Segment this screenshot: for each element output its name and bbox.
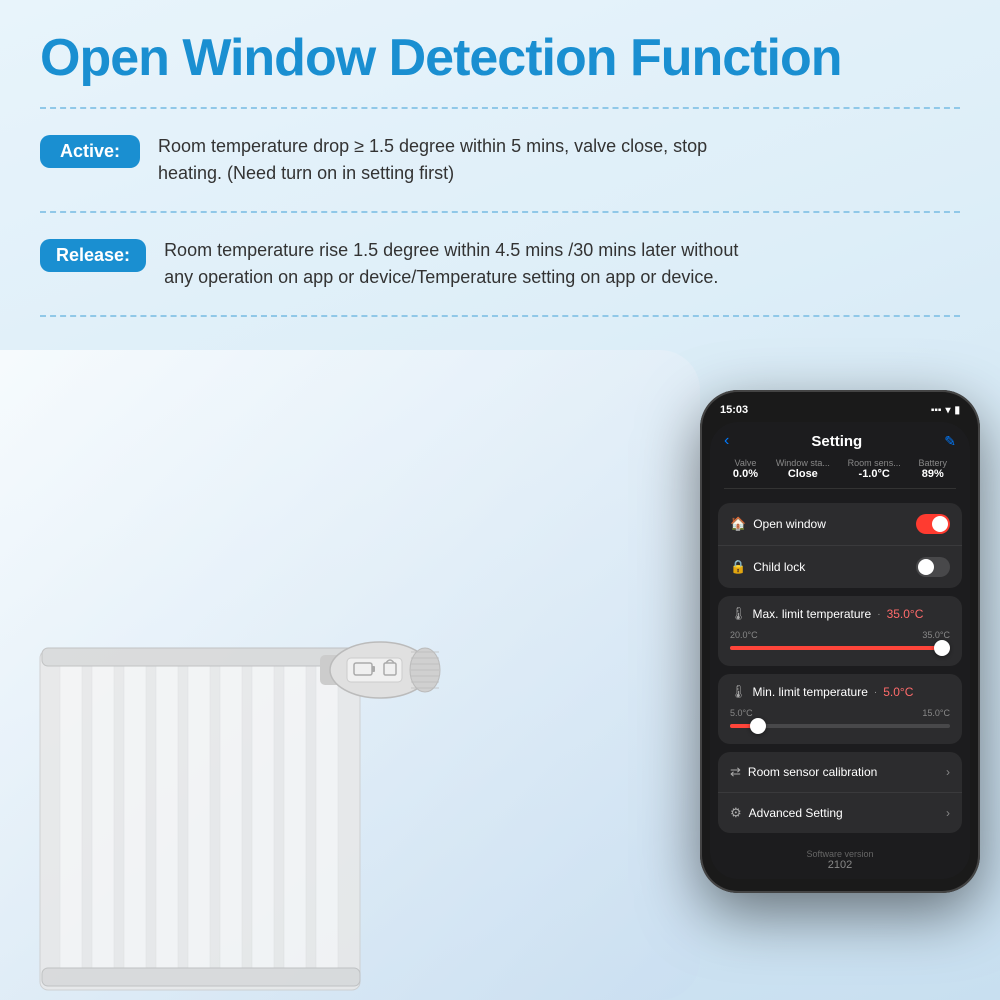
phone-status-icons: ▪▪▪ ▾ ▮ xyxy=(931,405,960,416)
room-sensor-value: -1.0°C xyxy=(848,468,901,480)
min-temp-max-label: 15.0°C xyxy=(922,708,950,718)
max-temp-thumb[interactable] xyxy=(934,640,950,656)
screen-title: Setting xyxy=(811,433,862,450)
child-lock-item[interactable]: 🔒 Child lock xyxy=(718,546,962,588)
min-temp-title: Min. limit temperature xyxy=(753,685,868,699)
active-text: Room temperature drop ≥ 1.5 degree withi… xyxy=(158,133,738,187)
min-temp-section: 🌡 Min. limit temperature · 5.0°C 5.0°C 1… xyxy=(718,674,962,744)
child-lock-icon: 🔒 xyxy=(730,559,746,575)
page-title: Open Window Detection Function xyxy=(40,30,960,87)
valve-status: Valve 0.0% xyxy=(733,458,758,480)
max-temp-header: 🌡 Max. limit temperature · 35.0°C xyxy=(730,606,950,622)
open-window-toggle[interactable] xyxy=(916,514,950,534)
advanced-setting-nav-left: ⚙ Advanced Setting xyxy=(730,805,843,821)
phone-time: 15:03 xyxy=(720,404,748,416)
window-label: Window sta... xyxy=(776,458,830,468)
min-temp-value: 5.0°C xyxy=(883,685,913,699)
valve-label: Valve xyxy=(733,458,758,468)
open-window-label: Open window xyxy=(753,517,826,531)
release-badge: Release: xyxy=(40,239,146,272)
valve-value: 0.0% xyxy=(733,468,758,480)
room-sensor-nav-item[interactable]: ⇄ Room sensor calibration › xyxy=(718,752,962,793)
signal-icon: ▪▪▪ xyxy=(931,405,942,416)
release-row: Release: Room temperature rise 1.5 degre… xyxy=(40,227,960,301)
battery-value: 89% xyxy=(919,468,948,480)
advanced-setting-chevron: › xyxy=(946,806,950,820)
window-status: Window sta... Close xyxy=(776,458,830,480)
room-sensor-nav-icon: ⇄ xyxy=(730,764,741,780)
toggles-section: 🏠 Open window 🔒 Child lock xyxy=(718,503,962,588)
phone-status-bar: 15:03 ▪▪▪ ▾ ▮ xyxy=(710,404,970,422)
phone-body: 15:03 ▪▪▪ ▾ ▮ ‹ Setting ✎ Valve 0.0% xyxy=(700,390,980,893)
room-sensor-nav-label: Room sensor calibration xyxy=(748,765,877,779)
release-text: Room temperature rise 1.5 degree within … xyxy=(164,237,744,291)
edit-button[interactable]: ✎ xyxy=(944,433,956,450)
open-window-icon: 🏠 xyxy=(730,516,746,532)
room-sensor-label: Room sens... xyxy=(848,458,901,468)
divider-top xyxy=(40,107,960,109)
back-button[interactable]: ‹ xyxy=(724,432,729,450)
advanced-setting-nav-item[interactable]: ⚙ Advanced Setting › xyxy=(718,793,962,833)
device-status-row: Valve 0.0% Window sta... Close Room sens… xyxy=(724,454,956,489)
child-lock-toggle[interactable] xyxy=(916,557,950,577)
advanced-setting-nav-label: Advanced Setting xyxy=(749,806,843,820)
max-temp-value: 35.0°C xyxy=(887,607,924,621)
phone-mockup: 15:03 ▪▪▪ ▾ ▮ ‹ Setting ✎ Valve 0.0% xyxy=(700,390,980,893)
max-temp-max-label: 35.0°C xyxy=(922,630,950,640)
max-temp-slider[interactable] xyxy=(730,646,950,650)
advanced-setting-nav-icon: ⚙ xyxy=(730,805,742,821)
divider-middle xyxy=(40,211,960,213)
room-sensor-chevron: › xyxy=(946,765,950,779)
max-temp-fill xyxy=(730,646,950,650)
room-sensor-nav-left: ⇄ Room sensor calibration xyxy=(730,764,877,780)
max-temp-separator: · xyxy=(877,609,880,620)
settings-list: 🏠 Open window 🔒 Child lock xyxy=(710,503,970,879)
max-temp-section: 🌡 Max. limit temperature · 35.0°C 20.0°C… xyxy=(718,596,962,666)
battery-status: Battery 89% xyxy=(919,458,948,480)
version-section: Software version 2102 xyxy=(710,841,970,879)
child-lock-left: 🔒 Child lock xyxy=(730,559,805,575)
max-temp-title: Max. limit temperature xyxy=(753,607,872,621)
min-temp-min-label: 5.0°C xyxy=(730,708,753,718)
min-temp-thumb[interactable] xyxy=(750,718,766,734)
child-lock-label: Child lock xyxy=(753,560,805,574)
version-number: 2102 xyxy=(718,859,962,871)
max-temp-min-label: 20.0°C xyxy=(730,630,758,640)
min-temp-separator: · xyxy=(874,687,877,698)
active-row: Active: Room temperature drop ≥ 1.5 degr… xyxy=(40,123,960,197)
wifi-icon: ▾ xyxy=(945,405,950,416)
app-header: ‹ Setting ✎ Valve 0.0% Window sta... Clo… xyxy=(710,422,970,495)
min-temp-icon: 🌡 xyxy=(730,684,747,700)
battery-label: Battery xyxy=(919,458,948,468)
room-sensor-status: Room sens... -1.0°C xyxy=(848,458,901,480)
min-temp-header: 🌡 Min. limit temperature · 5.0°C xyxy=(730,684,950,700)
max-temp-icon: 🌡 xyxy=(730,606,747,622)
divider-bottom xyxy=(40,315,960,317)
open-window-left: 🏠 Open window xyxy=(730,516,826,532)
window-value: Close xyxy=(776,468,830,480)
version-label: Software version xyxy=(718,849,962,859)
battery-icon: ▮ xyxy=(954,405,960,416)
app-nav-bar: ‹ Setting ✎ xyxy=(724,432,956,450)
nav-items-section: ⇄ Room sensor calibration › ⚙ Advanced S… xyxy=(718,752,962,833)
active-badge: Active: xyxy=(40,135,140,168)
min-temp-slider[interactable] xyxy=(730,724,950,728)
phone-screen: ‹ Setting ✎ Valve 0.0% Window sta... Clo… xyxy=(710,422,970,879)
open-window-item[interactable]: 🏠 Open window xyxy=(718,503,962,546)
